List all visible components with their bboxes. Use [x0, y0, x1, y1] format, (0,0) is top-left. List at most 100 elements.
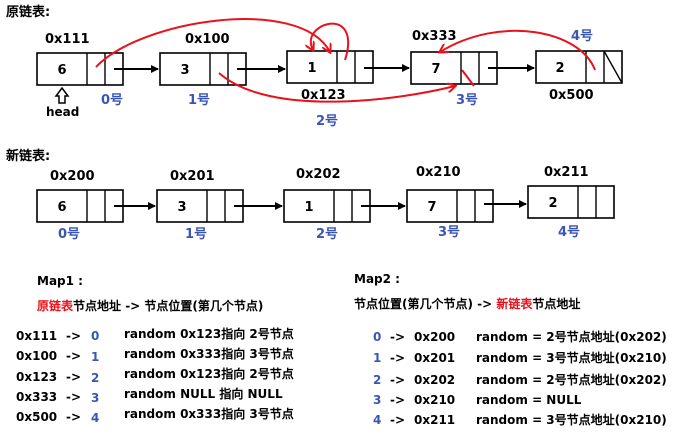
svg-text:0x211: 0x211 [414, 413, 455, 427]
node-box [283, 189, 371, 223]
svg-text:->: -> [390, 351, 405, 365]
svg-text:random 0x123指向 2号节点: random 0x123指向 2号节点 [124, 326, 294, 341]
old-node-3: 0x333 7 3号 [410, 29, 498, 108]
node-address: 0x202 [296, 167, 341, 182]
svg-text:0x201: 0x201 [414, 351, 455, 365]
node-address: 0x333 [412, 29, 457, 44]
svg-text:0: 0 [373, 330, 381, 344]
old-node-2: 1 0x123 2号 [286, 50, 374, 129]
head-label: head [46, 105, 79, 119]
svg-text:->: -> [66, 329, 81, 343]
new-node-4: 0x211 2 4号 [527, 165, 615, 240]
svg-text:random = NULL: random = NULL [476, 393, 582, 407]
node-address: 0x500 [549, 88, 594, 103]
node-value: 1 [304, 200, 313, 215]
svg-text:0: 0 [91, 329, 99, 343]
svg-text:->: -> [390, 413, 405, 427]
svg-text:->: -> [66, 390, 81, 404]
map2-row: 3 -> 0x210 random = NULL [373, 393, 582, 407]
node-value: 2 [555, 61, 564, 76]
node-index: 2号 [316, 114, 338, 129]
node-index: 1号 [185, 227, 207, 242]
new-node-1: 0x201 3 1号 [156, 169, 244, 242]
new-list-title: 新链表: [6, 148, 50, 164]
node-value: 6 [57, 63, 66, 78]
map1-row: 0x123 -> 2 random 0x123指向 2号节点 [16, 366, 294, 385]
svg-text:0x500: 0x500 [16, 410, 57, 424]
node-address: 0x201 [170, 169, 215, 184]
svg-text:random = 3号节点地址(0x210): random = 3号节点地址(0x210) [476, 350, 667, 365]
old-node-0: 0x111 6 0号 [36, 32, 124, 108]
node-box [527, 185, 615, 219]
map1-row: 0x100 -> 1 random 0x333指向 3号节点 [16, 346, 294, 364]
node-address: 0x100 [185, 32, 230, 47]
node-index: 3号 [438, 225, 460, 240]
svg-text:->: -> [390, 373, 405, 387]
svg-text:random 0x333指向 3号节点: random 0x333指向 3号节点 [124, 406, 294, 421]
svg-text:->: -> [66, 370, 81, 384]
svg-text:->: -> [390, 330, 405, 344]
map1-row: 0x111 -> 0 random 0x123指向 2号节点 [16, 326, 294, 343]
node-index: 3号 [456, 93, 478, 108]
svg-text:0x202: 0x202 [414, 373, 455, 387]
node-value: 7 [427, 200, 436, 215]
node-value: 3 [180, 63, 189, 78]
svg-text:random NULL 指向 NULL: random NULL 指向 NULL [124, 386, 283, 401]
map2-row: 1 -> 0x201 random = 3号节点地址(0x210) [373, 350, 667, 365]
svg-text:1: 1 [91, 350, 99, 364]
linked-list-copy-diagram: 原链表: 0x111 6 0号 0x100 3 1号 1 0x123 2号 0x… [6, 4, 667, 427]
svg-text:->: -> [66, 349, 81, 363]
node-box [36, 52, 124, 86]
node-box [535, 50, 623, 84]
node-box [410, 51, 498, 85]
old-list-title: 原链表: [6, 4, 50, 20]
svg-text:1: 1 [373, 351, 381, 365]
svg-text:4: 4 [373, 413, 381, 427]
node-box [406, 189, 494, 223]
node-value: 6 [57, 200, 66, 215]
svg-text:->: -> [390, 393, 405, 407]
map2-subtitle: 节点位置(第几个节点) -> 新链表节点地址 [354, 296, 580, 311]
svg-text:0x123: 0x123 [16, 370, 57, 384]
svg-text:0x333: 0x333 [16, 390, 57, 404]
node-value: 1 [307, 61, 316, 76]
map2-title: Map2 : [354, 272, 400, 286]
node-box [36, 189, 124, 223]
svg-text:2: 2 [373, 373, 381, 387]
node-value: 2 [548, 196, 557, 211]
new-node-0: 0x200 6 0号 [36, 169, 124, 242]
node-index: 0号 [101, 93, 123, 108]
map1-row: 0x500 -> 4 random 0x333指向 3号节点 [16, 406, 294, 425]
svg-text:random = 2号节点地址(0x202): random = 2号节点地址(0x202) [476, 329, 667, 344]
map2-row: 4 -> 0x211 random = 3号节点地址(0x210) [373, 412, 667, 427]
new-node-2: 0x202 1 2号 [283, 167, 371, 242]
svg-text:0x100: 0x100 [16, 349, 57, 363]
map1-subtitle: 原链表节点地址 -> 节点位置(第几个节点) [37, 298, 263, 313]
svg-text:random = 3号节点地址(0x210): random = 3号节点地址(0x210) [476, 412, 667, 427]
node-value: 7 [431, 62, 440, 77]
node-index: 2号 [316, 227, 338, 242]
node-index: 4号 [571, 29, 593, 44]
map2-row: 0 -> 0x200 random = 2号节点地址(0x202) [373, 329, 667, 344]
map2-row: 2 -> 0x202 random = 2号节点地址(0x202) [373, 372, 667, 387]
map1-title: Map1 : [37, 274, 83, 288]
svg-text:0x210: 0x210 [414, 393, 455, 407]
node-address: 0x111 [45, 32, 90, 47]
node-index: 1号 [188, 93, 210, 108]
old-node-1: 0x100 3 1号 [159, 32, 247, 108]
svg-text:2: 2 [91, 371, 99, 385]
node-index: 0号 [58, 227, 80, 242]
node-box [286, 50, 374, 84]
node-box [156, 189, 244, 223]
node-index: 4号 [558, 225, 580, 240]
svg-text:3: 3 [91, 391, 99, 405]
head-arrow-icon [54, 86, 70, 104]
new-node-3: 0x210 7 3号 [406, 165, 494, 240]
node-address: 0x210 [416, 165, 461, 180]
old-node-4: 4号 2 0x500 [535, 29, 623, 103]
node-value: 3 [177, 200, 186, 215]
svg-text:3: 3 [373, 393, 381, 407]
svg-text:4: 4 [91, 411, 99, 425]
map1-row: 0x333 -> 3 random NULL 指向 NULL [16, 386, 283, 405]
svg-text:random 0x333指向 3号节点: random 0x333指向 3号节点 [124, 346, 294, 361]
